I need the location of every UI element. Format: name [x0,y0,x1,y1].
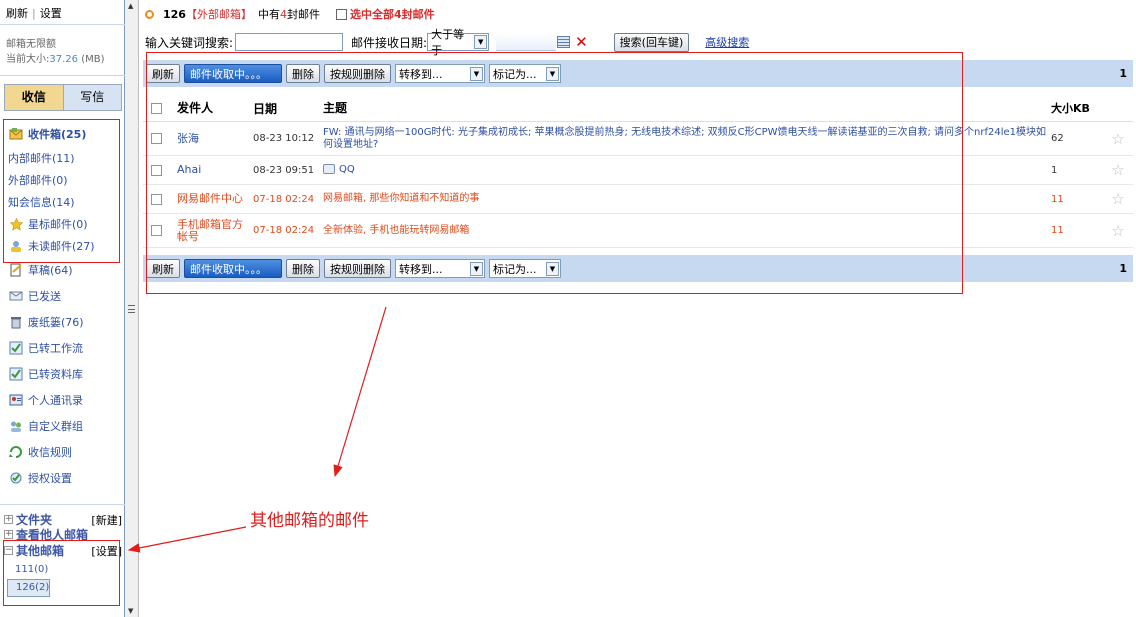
annotation-arrow-left [127,526,247,553]
library-icon [8,366,24,382]
size-label: 当前大小: [6,54,50,65]
star-icon[interactable]: ☆ [1103,161,1133,179]
keyword-input[interactable] [235,33,344,51]
folder-groups[interactable]: 自定义群组 [8,413,120,439]
select-all-suffix: 封邮件 [401,8,435,21]
chevron-down-icon: ▼ [474,35,488,49]
refresh-link[interactable]: 刷新 [6,7,28,20]
mail-tabs: 收信 写信 [4,84,122,111]
date-label: 邮件接收日期: [351,35,428,50]
workflow-icon [8,340,24,356]
annotation-arrow-up [333,306,387,478]
mailbox-type: 【外部邮箱】 [185,8,252,21]
star-icon[interactable]: ☆ [1103,130,1133,148]
star-icon[interactable]: ☆ [1103,190,1133,208]
calendar-icon[interactable] [557,36,571,48]
folder-label: 已转工作流 [28,342,83,355]
scroll-down-icon[interactable]: ▼ [128,607,133,615]
clear-icon[interactable]: ✕ [575,33,588,51]
mailbox-header: 126 【外部邮箱】 中有 4 封邮件 选中全部 4 封邮件 [145,6,435,22]
count-suffix: 封邮件 [286,8,320,21]
row-size: 11 [1051,225,1064,236]
folder-label: 授权设置 [28,472,72,485]
divider [0,504,125,505]
splitter[interactable]: ▲ ▼ [125,0,139,617]
annotation-box [3,119,120,263]
row-size: 62 [1051,133,1064,144]
trash-icon [8,314,24,330]
star-icon[interactable]: ☆ [1103,222,1133,240]
page-number[interactable]: 1 [1119,67,1127,80]
divider [0,75,125,76]
column-size[interactable]: 大小KB [1051,100,1103,116]
sidebar: 刷新 | 设置 邮箱无限额 当前大小:37.26 (MB) 收信 写信 收件箱(25… [0,0,125,617]
select-all-label[interactable]: 选中全部 [350,6,394,22]
folder-rules[interactable]: 收信规则 [8,439,120,465]
folder-label: 已转资料库 [28,368,83,381]
folder-label: 收信规则 [28,446,72,459]
folder-trash[interactable]: 废纸篓(76) [8,309,120,335]
folder-sent[interactable]: 已发送 [8,283,120,309]
group-icon [8,418,24,434]
folder-library[interactable]: 已转资料库 [8,361,120,387]
mailbox-icon [145,9,154,19]
folder-auth[interactable]: 授权设置 [8,465,120,491]
auth-icon [8,470,24,486]
contacts-icon [8,392,24,408]
folder-label: 草稿(64) [28,264,73,277]
receive-tab[interactable]: 收信 [5,85,64,110]
date-input[interactable] [496,33,557,51]
page-number[interactable]: 1 [1119,262,1127,275]
date-operator-select[interactable]: 大于等于 ▼ [427,28,490,57]
folder-label: 个人通讯录 [28,394,83,407]
folder-label: 自定义群组 [28,420,83,433]
annotation-box [3,540,120,606]
row-size: 11 [1051,193,1064,205]
sent-icon [8,288,24,304]
divider: | [32,7,36,20]
select-all-checkbox[interactable] [335,8,347,20]
quota-label: 邮箱无限额 [6,39,56,50]
annotation-label: 其他邮箱的邮件 [250,511,369,531]
folder-label: 废纸篓(76) [28,316,84,329]
folder-label: 已发送 [28,290,61,303]
count-prefix: 中有 [257,8,280,21]
mail-count: 4 [279,7,287,21]
search-button[interactable]: 搜索(回车键) [613,32,690,52]
quota-info: 邮箱无限额 当前大小:37.26 (MB) [6,37,105,67]
folder-workflow[interactable]: 已转工作流 [8,335,120,361]
draft-icon [8,262,24,278]
expand-icon[interactable]: + [4,515,13,524]
scroll-up-icon[interactable]: ▲ [128,2,133,10]
size-value: 37.26 [49,54,79,65]
annotation-box [146,52,963,294]
grip-icon[interactable] [128,305,135,313]
mailbox-name: 126 [163,7,186,21]
select-all-count: 4 [393,7,402,21]
size-info: 当前大小:37.26 (MB) [6,52,105,67]
sidebar-top-links: 刷新 | 设置 [6,5,62,21]
settings-link[interactable]: 设置 [40,7,62,20]
rules-icon [8,444,24,460]
write-tab[interactable]: 写信 [63,85,121,110]
expand-icon[interactable]: + [4,530,13,539]
advanced-search-link[interactable]: 高级搜索 [705,34,749,50]
row-size: 1 [1051,164,1058,176]
folder-contacts[interactable]: 个人通讯录 [8,387,120,413]
size-unit: (MB) [81,54,105,65]
search-bar: 输入关键词搜索: 邮件接收日期: 大于等于 ▼ ✕ 搜索(回车键) 高级搜索 [145,28,749,57]
divider [0,24,125,25]
keyword-label: 输入关键词搜索: [145,35,234,50]
